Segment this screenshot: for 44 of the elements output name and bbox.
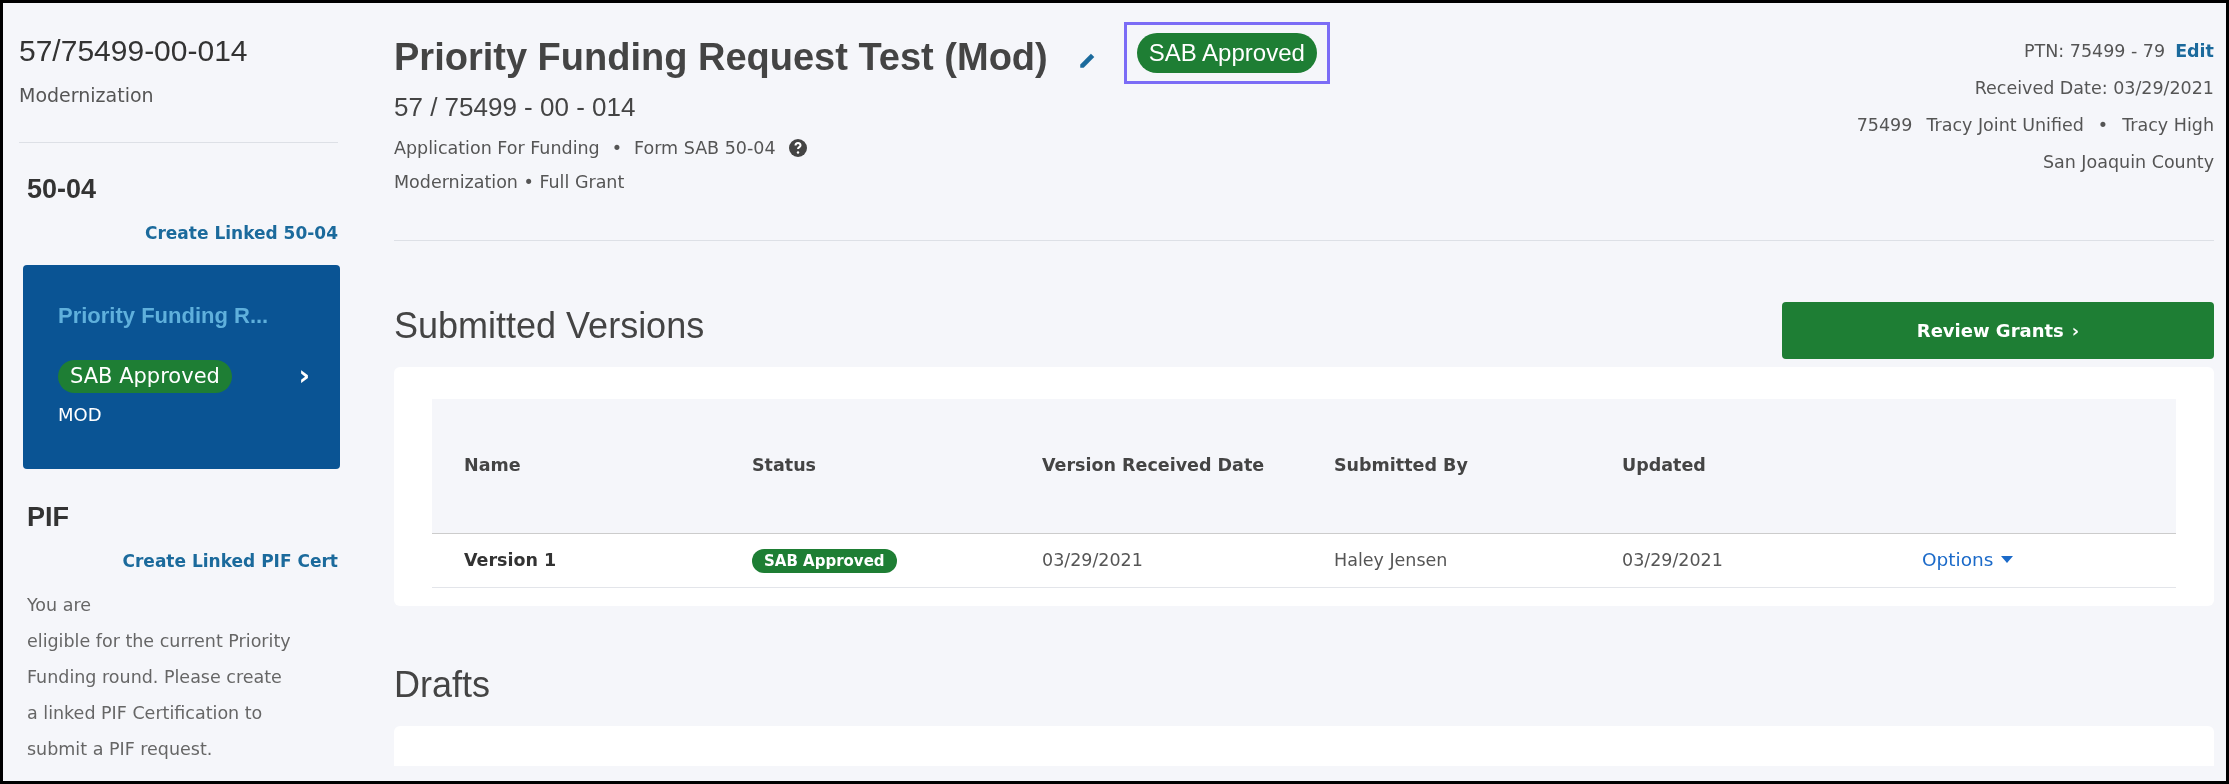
district-name: Tracy Joint Unified — [1926, 114, 2084, 137]
card-title: Priority Funding R... — [58, 301, 270, 330]
help-icon[interactable] — [787, 138, 808, 159]
form-label: Form SAB 50-04 — [634, 137, 776, 160]
status-badge: SAB Approved — [58, 359, 232, 393]
table-cell-text: 03/29/2021 — [1042, 548, 1144, 572]
status-badge: SAB Approved — [752, 548, 897, 574]
received-date: Received Date: 03/29/2021 — [1974, 77, 2214, 100]
chevron-icon: › — [298, 362, 310, 391]
create-linked-link[interactable]: Create Linked PIF Cert — [122, 549, 338, 575]
eligibility-note: You are eligible for the current Priority Funding round. Please create a linked PIF Certification to submit a PIF request. — [27, 593, 292, 761]
status-badge: SAB Approved — [1136, 32, 1317, 73]
separator-dot: • — [2097, 114, 2109, 137]
section-heading: 50-04 — [27, 172, 98, 206]
section-heading: PIF — [27, 500, 70, 534]
table-cell-text: 03/29/2021 — [1622, 548, 1724, 572]
version-card[interactable]: Priority Funding R... SAB Approved › MOD — [23, 264, 340, 469]
column-header: Submitted By — [1334, 454, 1469, 478]
application-number: 57 / 75499 - 00 - 014 — [394, 91, 637, 124]
grant-type: Modernization • Full Grant — [394, 171, 626, 195]
review-grants-button[interactable]: Review Grants › — [1782, 301, 2214, 359]
project-number: 57/75499-00-014 — [19, 33, 249, 69]
pencil-icon[interactable] — [1077, 51, 1096, 70]
district-code: 75499 — [1856, 114, 1913, 137]
application-type: Application For Funding — [394, 137, 600, 160]
school-name: Tracy High — [2122, 114, 2214, 137]
section-heading: Submitted Versions — [394, 303, 705, 348]
table-cell-text: Version 1 — [464, 548, 558, 572]
create-linked-link[interactable]: Create Linked 50-04 — [144, 221, 338, 247]
column-header: Version Received Date — [1042, 454, 1266, 478]
column-header: Status — [752, 454, 818, 478]
options-dropdown[interactable]: Options — [1922, 546, 2014, 574]
program-label: Modernization — [19, 83, 155, 108]
table-cell-text: Haley Jensen — [1334, 548, 1449, 572]
ptn-label: PTN: 75499 - 79 — [2023, 40, 2166, 63]
page-title: Priority Funding Request Test (Mod) — [394, 35, 1048, 80]
county-name: San Joaquin County — [2042, 151, 2214, 174]
card-type: MOD — [58, 403, 103, 427]
section-heading: Drafts — [394, 662, 491, 707]
caret-icon — [2001, 556, 2014, 564]
separator-dot: • — [611, 137, 623, 160]
column-header: Name — [464, 454, 522, 478]
edit-link[interactable]: Edit — [2175, 33, 2214, 70]
column-header: Updated — [1622, 454, 1707, 478]
